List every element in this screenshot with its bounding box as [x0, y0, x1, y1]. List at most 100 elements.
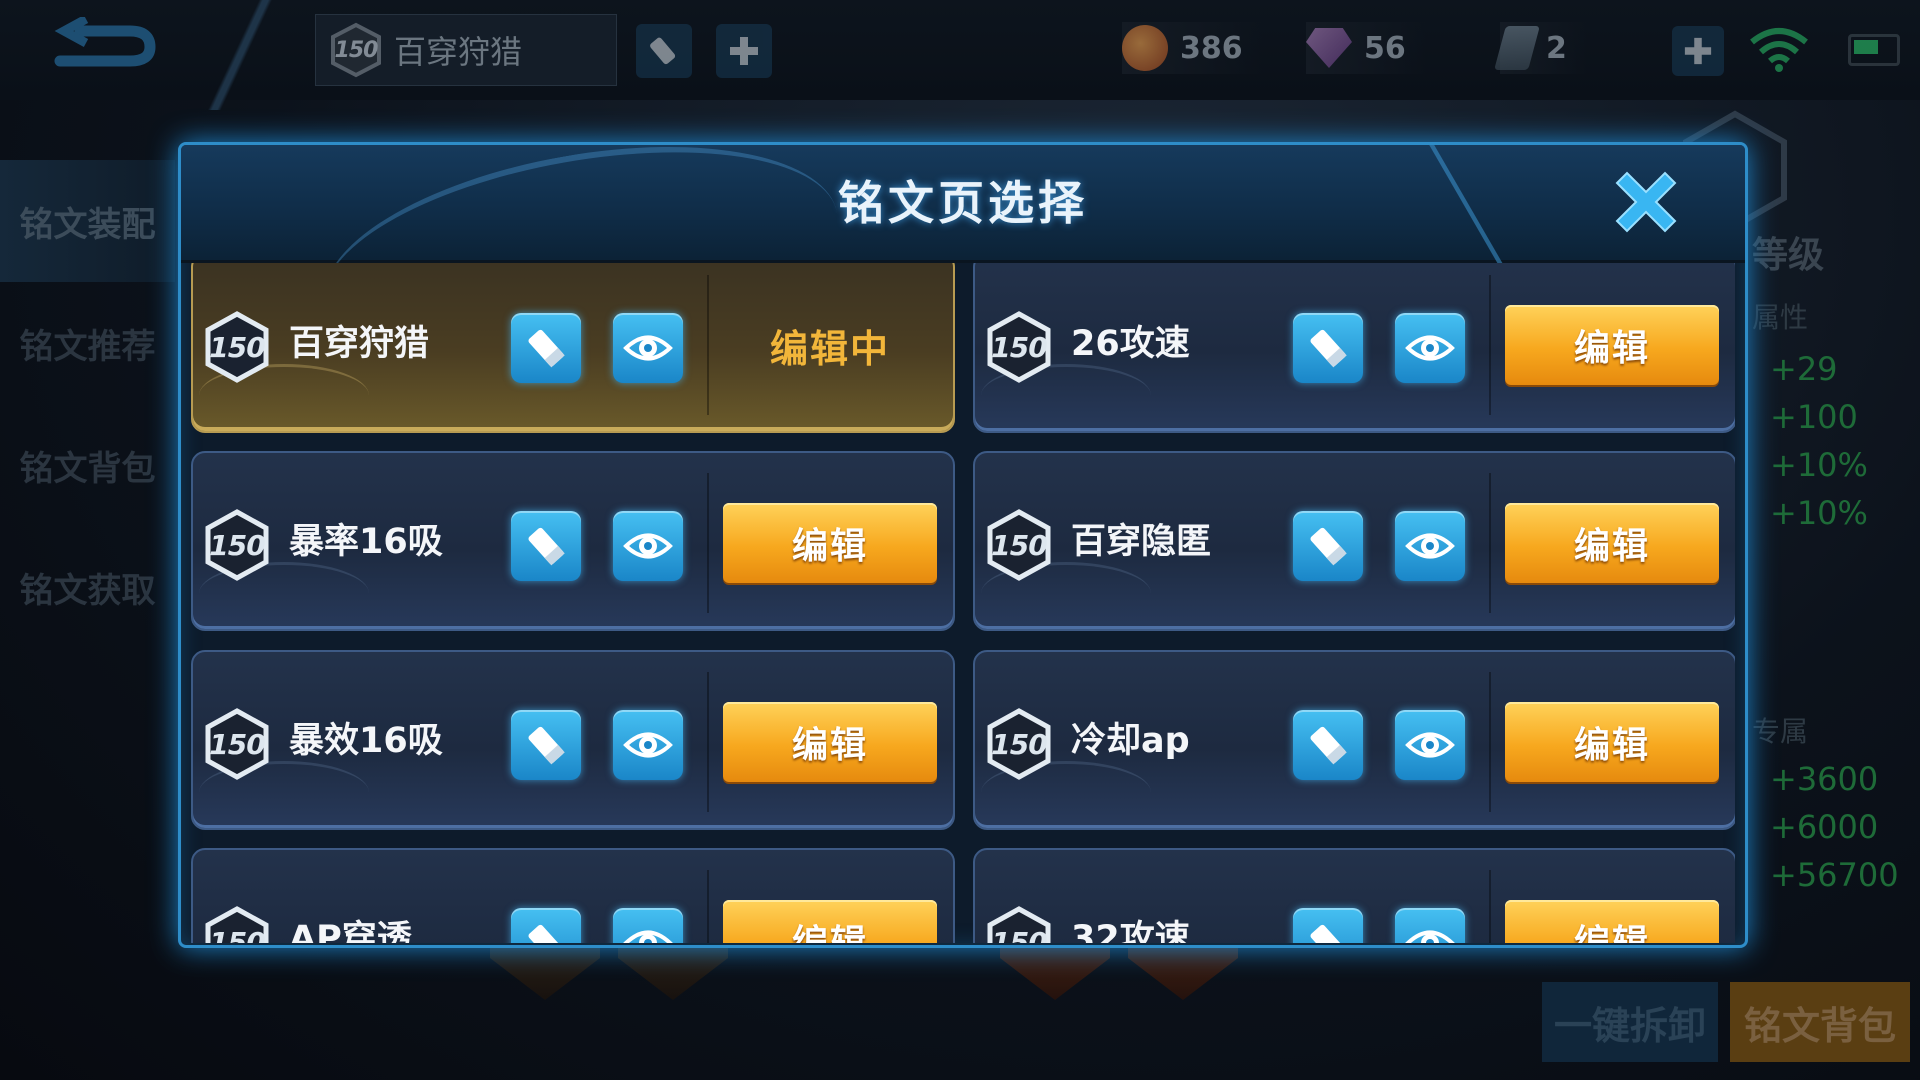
wifi-icon [1750, 28, 1808, 72]
editing-status-label: 编辑中 [769, 326, 890, 371]
page-name: 百穿隐匿 [1071, 522, 1212, 562]
diamond-currency: 56 [1306, 22, 1426, 74]
preview-button[interactable] [1395, 511, 1465, 581]
level-badge-text: 150 [209, 330, 265, 364]
attribute-value: +29 [1770, 350, 1838, 388]
rename-button[interactable] [511, 511, 581, 581]
preview-button[interactable] [1395, 710, 1465, 780]
card-divider [1489, 672, 1491, 812]
pencil-icon [650, 37, 676, 65]
topbar-divider [200, 0, 280, 110]
rename-button[interactable] [1293, 908, 1363, 943]
back-arrow-icon [54, 17, 156, 67]
ticket-value: 2 [1546, 30, 1567, 66]
recharge-button[interactable] [1672, 26, 1724, 76]
battery-icon [1848, 34, 1900, 66]
card-divider [707, 473, 709, 613]
edit-button[interactable]: 编辑 [1505, 702, 1719, 782]
card-divider [707, 672, 709, 812]
inscription-page-card[interactable]: 150 26攻速 编辑 [973, 263, 1735, 433]
sidebar-item-obtain[interactable]: 铭文获取 [0, 526, 175, 648]
inscription-page-card[interactable]: 150 暴率16吸 编辑 [191, 451, 955, 631]
level-badge-icon: 150 [985, 906, 1053, 943]
edit-button[interactable]: 编辑 [723, 702, 937, 782]
preview-button[interactable] [613, 908, 683, 943]
current-page-chip[interactable]: 150 百穿狩猎 [315, 14, 617, 86]
eye-icon [1405, 533, 1455, 559]
level-badge-text: 150 [991, 528, 1047, 562]
pencil-icon [528, 329, 565, 368]
sidebar-item-recommend[interactable]: 铭文推荐 [0, 282, 175, 404]
plus-icon [730, 37, 758, 65]
level-badge-text: 150 [209, 925, 265, 944]
level-badge-icon: 150 [985, 708, 1053, 780]
dismantle-all-button[interactable]: 一键拆卸 [1542, 982, 1718, 1062]
pencil-icon [1310, 329, 1347, 368]
card-divider [707, 275, 709, 415]
level-badge-icon: 150 [985, 311, 1053, 383]
close-icon [1615, 171, 1677, 233]
inscription-page-card[interactable]: 150 百穿狩猎 编辑中 [191, 263, 955, 433]
back-button[interactable] [40, 14, 170, 84]
level-badge-icon: 150 [203, 708, 271, 780]
sidebar-item-assembly[interactable]: 铭文装配 [0, 160, 175, 282]
plus-icon [1684, 37, 1712, 65]
add-page-button[interactable] [716, 24, 772, 78]
inscription-page-card[interactable]: 150 32攻速 编辑 [973, 848, 1735, 943]
level-label: 等级 [1752, 235, 1825, 276]
edit-button[interactable]: 编辑 [723, 503, 937, 583]
pencil-icon [528, 527, 565, 566]
rename-button[interactable] [1293, 313, 1363, 383]
level-badge-text: 150 [209, 528, 265, 562]
page-name: 百穿狩猎 [289, 324, 430, 364]
eye-icon [1405, 930, 1455, 943]
eye-icon [623, 335, 673, 361]
gold-value: 386 [1180, 30, 1243, 66]
preview-button[interactable] [613, 710, 683, 780]
modal-title: 铭文页选择 [838, 176, 1088, 230]
preview-button[interactable] [1395, 313, 1465, 383]
edit-button[interactable]: 编辑 [1505, 900, 1719, 943]
level-badge-icon: 150 [203, 311, 271, 383]
eye-icon [1405, 335, 1455, 361]
rename-button[interactable] [1293, 710, 1363, 780]
page-name: 暴率16吸 [289, 522, 443, 562]
pencil-icon [1310, 924, 1347, 943]
inscription-page-card[interactable]: 150 暴效16吸 编辑 [191, 650, 955, 830]
page-name: 26攻速 [1071, 324, 1190, 364]
card-divider [1489, 275, 1491, 415]
card-divider [707, 870, 709, 943]
inscription-bag-button[interactable]: 铭文背包 [1730, 982, 1910, 1062]
current-page-name: 百穿狩猎 [394, 33, 523, 71]
level-badge-text: 150 [334, 37, 379, 63]
diamond-icon [1306, 28, 1352, 68]
level-badge-text: 150 [991, 925, 1047, 944]
rename-button[interactable] [1293, 511, 1363, 581]
top-bar: 150 百穿狩猎 386 56 2 [0, 0, 1920, 110]
card-divider [1489, 473, 1491, 613]
sidebar: 铭文装配 铭文推荐 铭文背包 铭文获取 [0, 160, 175, 648]
edit-button[interactable]: 编辑 [1505, 503, 1719, 583]
inscription-page-card[interactable]: 150 AP穿透 编辑 [191, 848, 955, 943]
page-name: 暴效16吸 [289, 721, 443, 761]
level-badge-icon: 150 [203, 906, 271, 943]
pencil-icon [1310, 527, 1347, 566]
rename-button[interactable] [511, 908, 581, 943]
rename-page-button[interactable] [636, 24, 692, 78]
inscription-page-card[interactable]: 150 百穿隐匿 编辑 [973, 451, 1735, 631]
ticket-icon [1494, 26, 1540, 70]
inscription-page-card[interactable]: 150 冷却ap 编辑 [973, 650, 1735, 830]
close-button[interactable] [1605, 161, 1687, 243]
edit-button[interactable]: 编辑 [723, 900, 937, 943]
preview-button[interactable] [613, 511, 683, 581]
rename-button[interactable] [511, 313, 581, 383]
preview-button[interactable] [613, 313, 683, 383]
exclusive-label: 专属 [1752, 715, 1809, 748]
edit-button[interactable]: 编辑 [1505, 305, 1719, 385]
attribute-value: +10% [1770, 494, 1868, 532]
eye-icon [623, 930, 673, 943]
rename-button[interactable] [511, 710, 581, 780]
preview-button[interactable] [1395, 908, 1465, 943]
sidebar-item-bag[interactable]: 铭文背包 [0, 404, 175, 526]
level-badge-text: 150 [209, 727, 265, 761]
